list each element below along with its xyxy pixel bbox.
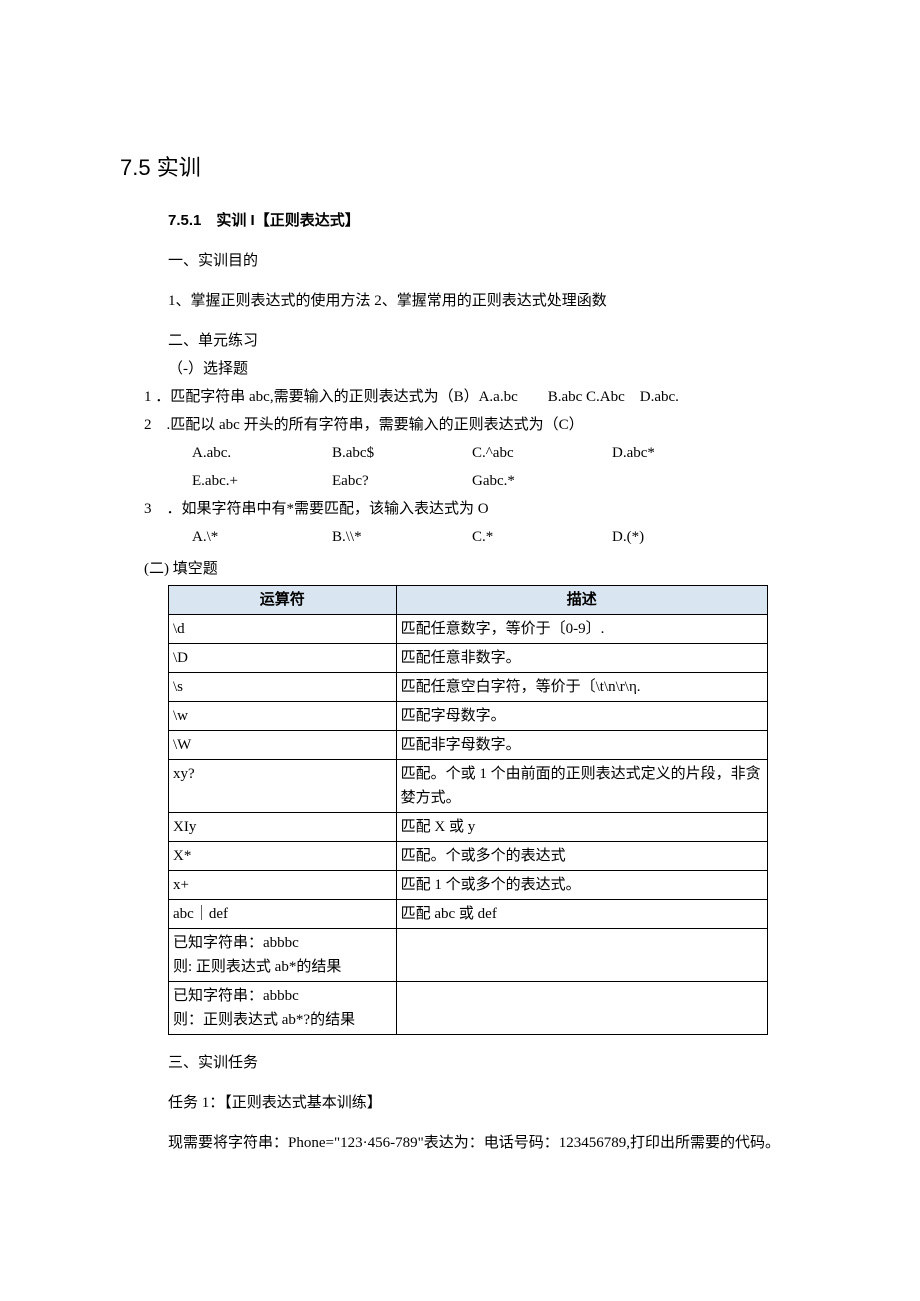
table-header-row: 运算符 描述 <box>169 586 768 615</box>
cell-description: 匹配 1 个或多个的表达式。 <box>396 871 767 900</box>
cell-description: 匹配任意空白字符，等价于〔\t\n\r\η. <box>396 673 767 702</box>
table-row: \D匹配任意非数字。 <box>169 644 768 673</box>
cell-operator: \d <box>169 615 397 644</box>
table-row: abc｜def匹配 abc 或 def <box>169 900 768 929</box>
q2-opt-a: A.abc. <box>192 441 332 465</box>
cell-operator: abc｜def <box>169 900 397 929</box>
cell-operator: \s <box>169 673 397 702</box>
cell-description: 匹配非字母数字。 <box>396 731 767 760</box>
table-row: \W匹配非字母数字。 <box>169 731 768 760</box>
cell-operator: \W <box>169 731 397 760</box>
q2-opt-d: D.abc* <box>612 441 752 465</box>
table-row: \d匹配任意数字，等价于〔0-9〕. <box>169 615 768 644</box>
th-operator: 运算符 <box>169 586 397 615</box>
section-title: 7.5 实训 <box>120 150 820 185</box>
task-label: 任务 1：【正则表达式基本训练】 <box>168 1091 820 1115</box>
purpose-heading: 一、实训目的 <box>168 249 820 273</box>
task-text: 现需要将字符串：Phone="123·456-789"表达为：电话号码：1234… <box>168 1131 820 1155</box>
cell-operator: XIy <box>169 813 397 842</box>
cell-description <box>396 982 767 1035</box>
table-row: 已知字符串：abbbc 则：正则表达式 ab*?的结果 <box>169 982 768 1035</box>
cell-description: 匹配。个或多个的表达式 <box>396 842 767 871</box>
q2-options-row1: A.abc. B.abc$ C.^abc D.abc* <box>192 441 820 465</box>
fill-heading: (二) 填空题 <box>144 557 820 581</box>
q2-opt-e: E.abc.+ <box>192 469 332 493</box>
table-row: \s匹配任意空白字符，等价于〔\t\n\r\η. <box>169 673 768 702</box>
cell-operator: 已知字符串：abbbc 则：正则表达式 ab*?的结果 <box>169 982 397 1035</box>
task-heading: 三、实训任务 <box>168 1051 820 1075</box>
q2-opt-b: B.abc$ <box>332 441 472 465</box>
q2-opt-h <box>612 469 752 493</box>
q3-opt-c: C.* <box>472 525 612 549</box>
cell-description: 匹配任意非数字。 <box>396 644 767 673</box>
q2-opt-g: Gabc.* <box>472 469 612 493</box>
q2-opt-f: Eabc? <box>332 469 472 493</box>
cell-operator: \w <box>169 702 397 731</box>
purpose-text: 1、掌握正则表达式的使用方法 2、掌握常用的正则表达式处理函数 <box>168 289 820 313</box>
cell-description: 匹配。个或 1 个由前面的正则表达式定义的片段，非贪婪方式。 <box>396 760 767 813</box>
regex-table: 运算符 描述 \d匹配任意数字，等价于〔0-9〕.\D匹配任意非数字。\s匹配任… <box>168 585 768 1035</box>
exercise-heading: 二、单元练习 <box>168 329 820 353</box>
cell-description: 匹配字母数字。 <box>396 702 767 731</box>
question-3: 3 ．如果字符串中有*需要匹配，该输入表达式为 O <box>144 497 820 521</box>
question-1: 1 ．匹配字符串 abc,需要输入的正则表达式为（B）A.a.bc B.abc … <box>144 385 820 409</box>
table-row: x+匹配 1 个或多个的表达式。 <box>169 871 768 900</box>
cell-operator: xy? <box>169 760 397 813</box>
table-row: X*匹配。个或多个的表达式 <box>169 842 768 871</box>
mc-heading: （-）选择题 <box>168 357 820 381</box>
question-2: 2 .匹配以 abc 开头的所有字符串，需要输入的正则表达式为（C） <box>144 413 820 437</box>
table-row: 已知字符串：abbbc 则: 正则表达式 ab*的结果 <box>169 929 768 982</box>
table-row: xy?匹配。个或 1 个由前面的正则表达式定义的片段，非贪婪方式。 <box>169 760 768 813</box>
q3-opt-a: A.\* <box>192 525 332 549</box>
q3-opt-b: B.\\* <box>332 525 472 549</box>
cell-description <box>396 929 767 982</box>
q2-opt-c: C.^abc <box>472 441 612 465</box>
q3-options-row1: A.\* B.\\* C.* D.(*) <box>192 525 820 549</box>
subsection-title: 7.5.1 实训 I【正则表达式】 <box>168 209 820 233</box>
q3-opt-d: D.(*) <box>612 525 752 549</box>
th-description: 描述 <box>396 586 767 615</box>
table-row: XIy匹配 X 或 y <box>169 813 768 842</box>
cell-operator: x+ <box>169 871 397 900</box>
cell-description: 匹配 X 或 y <box>396 813 767 842</box>
q2-options-row2: E.abc.+ Eabc? Gabc.* <box>192 469 820 493</box>
table-row: \w匹配字母数字。 <box>169 702 768 731</box>
cell-description: 匹配 abc 或 def <box>396 900 767 929</box>
cell-operator: 已知字符串：abbbc 则: 正则表达式 ab*的结果 <box>169 929 397 982</box>
cell-operator: X* <box>169 842 397 871</box>
cell-operator: \D <box>169 644 397 673</box>
cell-description: 匹配任意数字，等价于〔0-9〕. <box>396 615 767 644</box>
